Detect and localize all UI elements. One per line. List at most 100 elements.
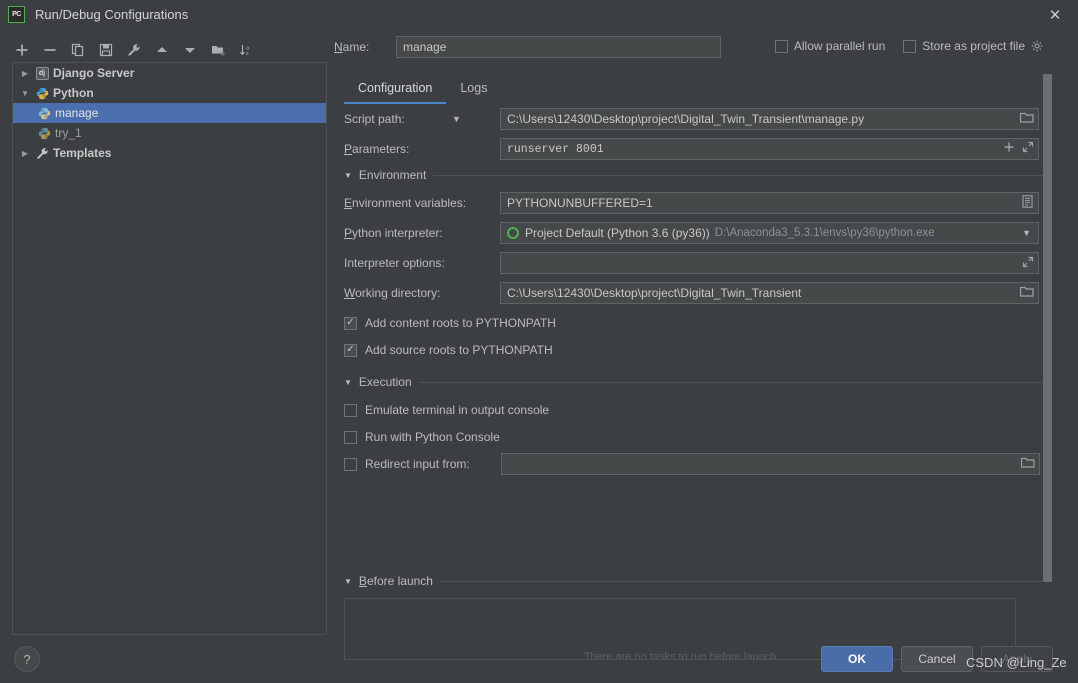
redirect-input-field[interactable] [500,453,1040,475]
arrow-up-icon[interactable] [148,37,176,63]
copy-icon[interactable] [64,37,92,63]
interpreter-options-input[interactable] [500,252,1039,274]
checkbox-box: ✓ [344,343,357,357]
panel-scrollbar[interactable] [1043,74,1052,592]
tree-item-label: manage [55,106,99,120]
checkbox-box [903,39,917,53]
watermark: CSDN @Ling_Ze [966,655,1067,670]
parameters-row: Parameters: runserver 8001 [334,138,1050,160]
add-source-roots-checkbox[interactable]: ✓ Add source roots to PYTHONPATH [344,339,1050,361]
tree-item-templates[interactable]: ▶ Templates [13,143,326,163]
allow-parallel-run-checkbox[interactable]: Allow parallel run [774,39,885,53]
execution-section-header[interactable]: ▼ Execution [344,375,1050,389]
environment-variables-actions [1022,193,1034,213]
environment-variables-input[interactable]: PYTHONUNBUFFERED=1 [500,192,1039,214]
working-directory-value: C:\Users\12430\Desktop\project\Digital_T… [507,286,802,300]
interpreter-options-label: Interpreter options: [344,256,445,270]
parameters-input[interactable]: runserver 8001 [500,138,1039,160]
chevron-down-icon[interactable]: ▼ [344,577,352,586]
tree-item-django-server[interactable]: ▶ dj Django Server [13,63,326,83]
python-icon [33,87,51,100]
redirect-input-actions [1020,454,1035,474]
parameters-value: runserver 8001 [507,142,604,156]
help-button[interactable]: ? [14,646,40,672]
store-as-project-file-checkbox[interactable]: Store as project file [903,39,1044,53]
configuration-form: Script path: ▼ C:\Users\12430\Desktop\pr… [334,108,1050,578]
python-interpreter-select[interactable]: Project Default (Python 3.6 (py36)) D:\A… [500,222,1039,244]
plus-icon[interactable] [8,37,36,63]
scrollbar-thumb[interactable] [1043,74,1052,582]
python-interpreter-row: Python interpreter: Project Default (Pyt… [334,222,1050,244]
before-launch-header[interactable]: ▼ Before launch [344,574,1050,588]
green-circle-icon [507,227,519,239]
expand-icon[interactable] [1022,256,1034,271]
store-as-project-file-label: Store as project file [922,39,1025,53]
emulate-terminal-label: Emulate terminal in output console [365,403,550,417]
name-input[interactable]: manage [396,36,721,58]
arrow-down-icon[interactable] [176,37,204,63]
folder-icon[interactable] [1019,286,1034,301]
expand-icon[interactable] [1022,141,1034,157]
name-label: Name: [334,40,370,54]
script-path-label: Script path: [344,112,405,126]
sort-az-icon[interactable]: a z [232,37,260,63]
configuration-panel: Name: manage Allow parallel run Store as… [334,36,1050,660]
run-with-python-console-checkbox[interactable]: Run with Python Console [344,426,1050,448]
python-interpreter-label: Python interpreter: [344,226,443,240]
django-icon: dj [33,66,51,80]
tab-logs[interactable]: Logs [446,76,501,104]
divider [439,580,1044,582]
chevron-down-icon[interactable]: ▼ [344,378,352,387]
cancel-button[interactable]: Cancel [901,646,973,672]
chevron-down-icon[interactable]: ▼ [1022,228,1031,238]
checkbox-box [344,403,357,417]
checkbox-box [344,430,357,444]
working-directory-row: Working directory: C:\Users\12430\Deskto… [334,282,1050,304]
folder-icon[interactable] [1019,112,1034,127]
working-directory-input[interactable]: C:\Users\12430\Desktop\project\Digital_T… [500,282,1039,304]
script-path-value: C:\Users\12430\Desktop\project\Digital_T… [507,112,865,126]
script-path-input[interactable]: C:\Users\12430\Desktop\project\Digital_T… [500,108,1039,130]
gear-icon[interactable] [1031,40,1044,53]
configurations-tree[interactable]: ▶ dj Django Server ▼ Python manage try_1… [12,62,327,635]
run-with-python-console-label: Run with Python Console [365,430,500,444]
working-directory-actions [1019,283,1034,303]
folder-add-icon[interactable] [204,37,232,63]
run-debug-configurations-dialog: PC Run/Debug Configurations ✕ a z ▶ dj D… [0,0,1078,683]
checkbox-box: ✓ [344,316,357,330]
emulate-terminal-checkbox[interactable]: Emulate terminal in output console [344,399,1050,421]
tree-item-label: Templates [53,146,112,160]
ok-button[interactable]: OK [821,646,893,672]
environment-section-label: Environment [358,168,427,182]
chevron-right-icon[interactable]: ▶ [17,69,33,78]
working-directory-label: Working directory: [344,286,441,300]
environment-section-header[interactable]: ▼ Environment [344,168,1050,182]
tree-item-python[interactable]: ▼ Python [13,83,326,103]
title-bar: PC Run/Debug Configurations [0,0,1078,29]
redirect-input-checkbox[interactable] [344,457,357,471]
script-path-row: Script path: ▼ C:\Users\12430\Desktop\pr… [334,108,1050,130]
chevron-down-icon[interactable]: ▼ [17,89,33,98]
divider [418,381,1044,383]
configurations-toolbar: a z [8,36,328,64]
environment-variables-label: Environment variables: [344,196,467,210]
minus-icon[interactable] [36,37,64,63]
wrench-icon[interactable] [120,37,148,63]
chevron-right-icon[interactable]: ▶ [17,149,33,158]
chevron-down-icon[interactable]: ▼ [344,171,352,180]
tree-item-try-1[interactable]: try_1 [13,123,326,143]
tab-configuration[interactable]: Configuration [344,76,447,104]
python-interpreter-path: D:\Anaconda3_5.3.1\envs\py36\python.exe [714,227,935,239]
checkbox-box [774,39,788,53]
add-content-roots-checkbox[interactable]: ✓ Add content roots to PYTHONPATH [344,312,1050,334]
plus-icon[interactable] [1003,141,1015,157]
wrench-icon [33,147,51,160]
folder-icon[interactable] [1020,457,1035,472]
parameters-label: Parameters: [344,142,410,156]
close-icon[interactable]: ✕ [1032,0,1078,29]
save-icon[interactable] [92,37,120,63]
window-title: Run/Debug Configurations [35,7,189,22]
list-icon[interactable] [1022,195,1034,211]
interpreter-options-actions [1022,253,1034,273]
tree-item-manage[interactable]: manage [13,103,326,123]
